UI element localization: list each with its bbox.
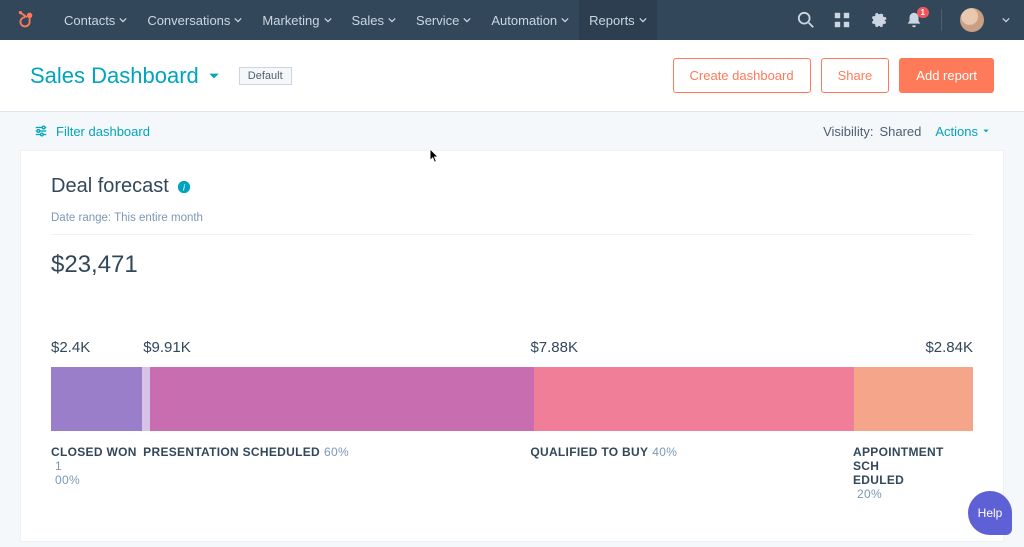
info-icon[interactable]: i: [177, 180, 191, 194]
chevron-down-icon: [324, 16, 332, 24]
notification-bell-icon[interactable]: 1: [905, 11, 923, 29]
legend-percent-line2: 00%: [55, 473, 80, 487]
card-title: Deal forecast: [51, 175, 169, 198]
card-title-row: Deal forecast i: [51, 175, 973, 198]
marketplace-icon[interactable]: [833, 11, 851, 29]
chevron-down-icon: [561, 16, 569, 24]
date-range-value: This entire month: [114, 212, 203, 224]
nav-label: Automation: [491, 13, 557, 28]
share-button[interactable]: Share: [821, 58, 890, 93]
nav-conversations[interactable]: Conversations: [137, 0, 252, 40]
nav-service[interactable]: Service: [406, 0, 481, 40]
nav-menu: Contacts Conversations Marketing Sales S…: [54, 0, 657, 40]
gear-icon[interactable]: [869, 11, 887, 29]
nav-marketing[interactable]: Marketing: [252, 0, 341, 40]
mouse-cursor-icon: [429, 148, 440, 164]
nav-label: Sales: [352, 13, 385, 28]
chevron-down-icon: [463, 16, 471, 24]
legend-percent: 1: [55, 459, 62, 473]
toolbar-right: Visibility: Shared Actions: [823, 124, 990, 139]
nav-automation[interactable]: Automation: [481, 0, 579, 40]
forecast-legend-item: PRESENTATION SCHEDULED 60%: [143, 445, 530, 501]
forecast-legend-item: QUALIFIED TO BUY 40%: [530, 445, 853, 501]
forecast-legend: CLOSED WON 100%PRESENTATION SCHEDULED60%…: [51, 445, 973, 501]
search-icon[interactable]: [797, 11, 815, 29]
chevron-down-icon[interactable]: [1002, 16, 1010, 24]
actions-label: Actions: [935, 124, 978, 139]
filter-label: Filter dashboard: [56, 124, 150, 139]
hubspot-logo-icon[interactable]: [14, 9, 36, 31]
legend-stage: PRESENTATION SCHEDULED: [143, 445, 320, 459]
notification-badge: 1: [917, 7, 929, 18]
nav-label: Service: [416, 13, 459, 28]
visibility-value: Shared: [879, 124, 921, 139]
forecast-value-label: $2.84K: [925, 339, 973, 356]
caret-down-icon: [982, 127, 990, 135]
nav-label: Contacts: [64, 13, 115, 28]
help-label: Help: [978, 506, 1003, 520]
caret-down-icon: [207, 69, 221, 83]
default-tag: Default: [239, 67, 292, 85]
help-button[interactable]: Help: [968, 491, 1012, 535]
visibility-label: Visibility:: [823, 124, 873, 139]
legend-percent: 20%: [857, 487, 882, 501]
forecast-value-label: $7.88K: [530, 339, 578, 356]
legend-stage: APPOINTMENT SCHEDULED: [853, 445, 944, 487]
forecast-segment[interactable]: [51, 367, 142, 431]
chevron-down-icon: [119, 16, 127, 24]
user-avatar[interactable]: [960, 8, 984, 32]
chevron-down-icon: [234, 16, 242, 24]
forecast-segment[interactable]: [854, 367, 973, 431]
legend-stage: QUALIFIED TO BUY: [530, 445, 648, 459]
nav-right: 1: [797, 8, 1010, 32]
nav-reports[interactable]: Reports: [579, 0, 657, 40]
dashboard-header: Sales Dashboard Default Create dashboard…: [0, 40, 1024, 112]
forecast-bar: [51, 367, 973, 431]
dashboard-title: Sales Dashboard: [30, 63, 199, 89]
filter-dashboard-link[interactable]: Filter dashboard: [34, 124, 150, 139]
date-range: Date range: This entire month: [51, 212, 973, 235]
nav-label: Marketing: [262, 13, 319, 28]
forecast-legend-item: APPOINTMENT SCHEDULED20%: [853, 445, 973, 501]
forecast-value-labels: $2.4K $9.91K $7.88K $2.84K: [51, 339, 973, 361]
actions-dropdown[interactable]: Actions: [935, 124, 990, 139]
divider: [941, 9, 942, 31]
dashboard-title-dropdown[interactable]: Sales Dashboard: [30, 63, 221, 89]
segment-separator: [142, 367, 150, 431]
add-report-button[interactable]: Add report: [899, 58, 994, 93]
nav-sales[interactable]: Sales: [342, 0, 407, 40]
date-range-label: Date range:: [51, 212, 111, 224]
nav-label: Conversations: [147, 13, 230, 28]
dashboard-toolbar: Filter dashboard Visibility: Shared Acti…: [0, 112, 1024, 150]
nav-label: Reports: [589, 13, 635, 28]
forecast-segment[interactable]: [534, 367, 854, 431]
forecast-value-label: $9.91K: [143, 339, 191, 356]
chevron-down-icon: [388, 16, 396, 24]
forecast-legend-item: CLOSED WON 100%: [51, 445, 143, 501]
filter-icon: [34, 124, 48, 138]
forecast-chart: $2.4K$9.91K$7.88K$2.84K CLOSED WON 100%P…: [51, 339, 973, 501]
top-nav: Contacts Conversations Marketing Sales S…: [0, 0, 1024, 40]
legend-percent: 40%: [652, 445, 677, 459]
chevron-down-icon: [639, 16, 647, 24]
legend-stage: CLOSED WON: [51, 445, 137, 459]
deal-forecast-card: Deal forecast i Date range: This entire …: [20, 150, 1004, 542]
forecast-value-label: $2.4K: [51, 339, 90, 356]
forecast-segment[interactable]: [150, 367, 534, 431]
forecast-total: $23,471: [51, 251, 973, 279]
create-dashboard-button[interactable]: Create dashboard: [673, 58, 811, 93]
nav-contacts[interactable]: Contacts: [54, 0, 137, 40]
legend-percent: 60%: [324, 445, 349, 459]
header-actions: Create dashboard Share Add report: [673, 58, 994, 93]
